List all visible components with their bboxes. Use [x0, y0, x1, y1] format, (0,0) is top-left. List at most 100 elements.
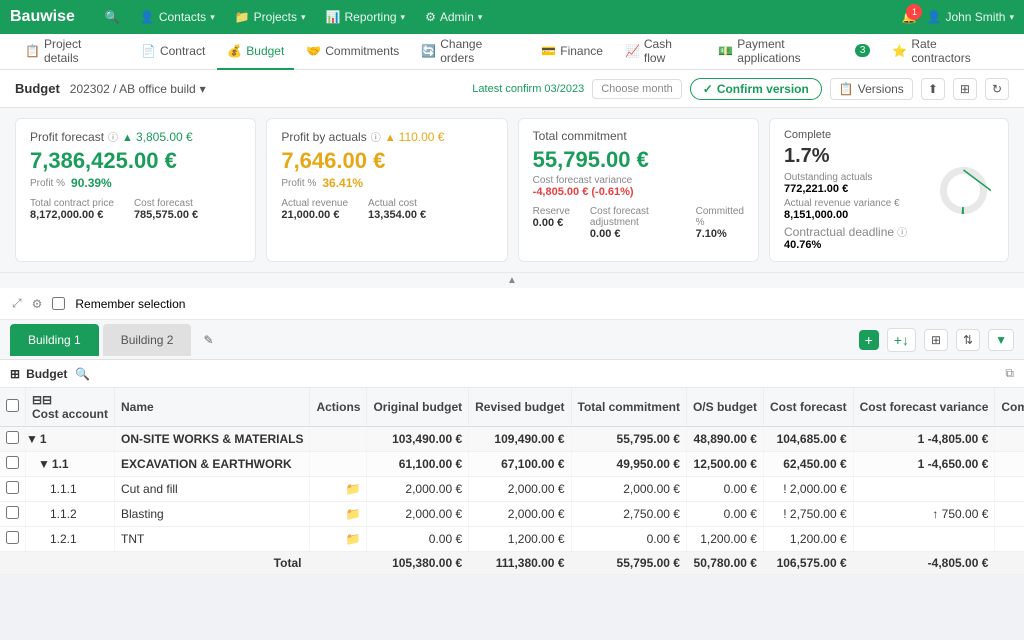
complete-pct-cell [995, 527, 1024, 552]
actions-cell [310, 452, 367, 477]
confirm-link[interactable]: Latest confirm 03/2023 [472, 83, 584, 95]
select-all-checkbox[interactable] [6, 399, 19, 412]
notification-bell[interactable]: 🔔 1 [902, 10, 917, 24]
expand-icon[interactable]: ▼ [38, 457, 50, 471]
tab-rate-contractors[interactable]: ⭐ Rate contractors [882, 34, 1009, 70]
cf-variance-cell: 1 -4,650.00 € [853, 452, 995, 477]
edit-icon[interactable]: ✎ [203, 333, 213, 347]
profit-pct: 90.39% [71, 176, 112, 190]
nav-admin[interactable]: ⚙ Admin ▾ [425, 10, 482, 24]
user-menu[interactable]: 👤 John Smith ▾ [926, 10, 1014, 24]
copy-icon[interactable]: ⧉ [1005, 366, 1014, 381]
row-select[interactable] [6, 531, 19, 544]
col-name[interactable]: Name [115, 388, 310, 427]
revised-budget-cell: 1,200.00 € [469, 527, 571, 552]
os-budget-cell: 0.00 € [686, 477, 763, 502]
row-checkbox [0, 427, 26, 452]
col-cf-variance[interactable]: Cost forecast variance [853, 388, 995, 427]
column-view-button[interactable]: ⊞ [924, 329, 948, 351]
change-orders-icon: 🔄 [421, 44, 436, 58]
folder-icon[interactable]: 📁 [346, 532, 361, 546]
row-checkbox [0, 552, 26, 575]
nav-search[interactable]: 🔍 [105, 10, 120, 24]
payment-icon: 💵 [718, 44, 733, 58]
tab-payment-applications[interactable]: 💵 Payment applications 3 [708, 34, 880, 70]
commitment-value: 55,795.00 € [533, 147, 744, 173]
profit-actuals-value: 7,646.00 € [281, 148, 492, 174]
budget-path[interactable]: 202302 / AB office build ▾ [70, 82, 206, 96]
cost-forecast-cell: 1,200.00 € [763, 527, 853, 552]
settings-icon[interactable]: ⚙ [32, 297, 43, 311]
tab-contract[interactable]: 📄 Contract [131, 34, 215, 70]
choose-month[interactable]: Choose month [592, 79, 682, 99]
complete-label: Complete [784, 129, 924, 141]
col-complete-pct[interactable]: Complete % (calculated) [995, 388, 1024, 427]
actuals-pct-label: Profit % [281, 178, 316, 189]
filter-button[interactable]: ▼ [988, 329, 1014, 351]
tab-project-details[interactable]: 📋 Project details [15, 34, 129, 70]
confirm-version-button[interactable]: ✓ Confirm version [690, 78, 822, 100]
profit-forecast-value: 7,386,425.00 € [30, 148, 241, 174]
folder-icon[interactable]: 📁 [346, 482, 361, 496]
row-select[interactable] [6, 506, 19, 519]
nav-reporting[interactable]: 📊 Reporting ▾ [326, 10, 406, 24]
folder-icon[interactable]: 📁 [346, 507, 361, 521]
complete-pct-cell: 21.38% [995, 452, 1024, 477]
sort-button[interactable]: ⇅ [956, 329, 980, 351]
col-total-commitment[interactable]: Total commitment [571, 388, 686, 427]
tab-budget[interactable]: 💰 Budget [217, 34, 294, 70]
versions-button[interactable]: 📋 Versions [830, 78, 913, 100]
building-tab-1[interactable]: Building 1 [10, 324, 99, 356]
commitments-icon: 🤝 [306, 44, 321, 58]
cost-forecast-cell: ! 2,750.00 € [763, 502, 853, 527]
grid-view-button[interactable]: ⊞ [953, 78, 977, 100]
building-tab-2[interactable]: Building 2 [103, 324, 192, 356]
table-search-icon[interactable]: 🔍 [75, 367, 90, 381]
col-revised-budget[interactable]: Revised budget [469, 388, 571, 427]
table-row: 1.2.1 TNT 📁 0.00 € 1,200.00 € 0.00 € 1,2… [0, 527, 1024, 552]
kpi-sub-cost-forecast: Cost forecast 785,575.00 € [134, 198, 198, 221]
reporting-icon: 📊 [326, 10, 341, 24]
table-row: 1.1.2 Blasting 📁 2,000.00 € 2,000.00 € 2… [0, 502, 1024, 527]
page-layout: Bauwise 🔍 👤 Contacts ▾ 📁 Projects ▾ 📊 Re… [0, 0, 1024, 640]
add-building-button[interactable]: + [859, 330, 879, 350]
upload-button[interactable]: ⬆ [921, 78, 945, 100]
col-actions: Actions [310, 388, 367, 427]
data-table-container: ⊟⊟ Cost account Name Actions Original bu… [0, 388, 1024, 575]
cf-variance: -4,805.00 € (-0.61%) [533, 186, 744, 198]
col-cost-account[interactable]: ⊟⊟ Cost account [26, 388, 115, 427]
col-cost-forecast[interactable]: Cost forecast [763, 388, 853, 427]
topnav-right: 🔔 1 👤 John Smith ▾ [902, 10, 1014, 24]
add-row-button[interactable]: +↓ [887, 328, 916, 352]
collapse-bar[interactable]: ▲ [0, 272, 1024, 288]
row-select[interactable] [6, 481, 19, 494]
cashflow-icon: 📈 [625, 44, 640, 58]
complete-pct-cell: 109.09% [995, 502, 1024, 527]
kpi-complete: Complete 1.7% Outstanding actuals 772,22… [769, 118, 1009, 262]
cost-account-cell [26, 552, 115, 575]
col-checkbox [0, 388, 26, 427]
tab-finance[interactable]: 💳 Finance [531, 34, 613, 70]
col-os-budget[interactable]: O/S budget [686, 388, 763, 427]
nav-projects[interactable]: 📁 Projects ▾ [235, 10, 306, 24]
row-select[interactable] [6, 431, 19, 444]
tab-cashflow[interactable]: 📈 Cash flow [615, 34, 706, 70]
col-original-budget[interactable]: Original budget [367, 388, 469, 427]
versions-icon: 📋 [839, 82, 854, 96]
revised-budget-cell: 2,000.00 € [469, 477, 571, 502]
nav-contacts[interactable]: 👤 Contacts ▾ [140, 10, 215, 24]
total-commitment-cell: 2,000.00 € [571, 477, 686, 502]
info-icon[interactable]: ⓘ [897, 224, 907, 239]
tab-change-orders[interactable]: 🔄 Change orders [411, 34, 529, 70]
remember-checkbox[interactable] [52, 297, 65, 310]
info-icon[interactable]: ⓘ [371, 129, 381, 144]
cf-variance-cell: ↑ 750.00 € [853, 502, 995, 527]
refresh-button[interactable]: ↻ [985, 78, 1009, 100]
tab-commitments[interactable]: 🤝 Commitments [296, 34, 409, 70]
row-select[interactable] [6, 456, 19, 469]
row-checkbox [0, 452, 26, 477]
resize-icon[interactable]: ⤢ [12, 296, 22, 311]
info-icon[interactable]: ⓘ [108, 129, 118, 144]
topnav: Bauwise 🔍 👤 Contacts ▾ 📁 Projects ▾ 📊 Re… [0, 0, 1024, 34]
expand-icon[interactable]: ▼ [26, 432, 38, 446]
